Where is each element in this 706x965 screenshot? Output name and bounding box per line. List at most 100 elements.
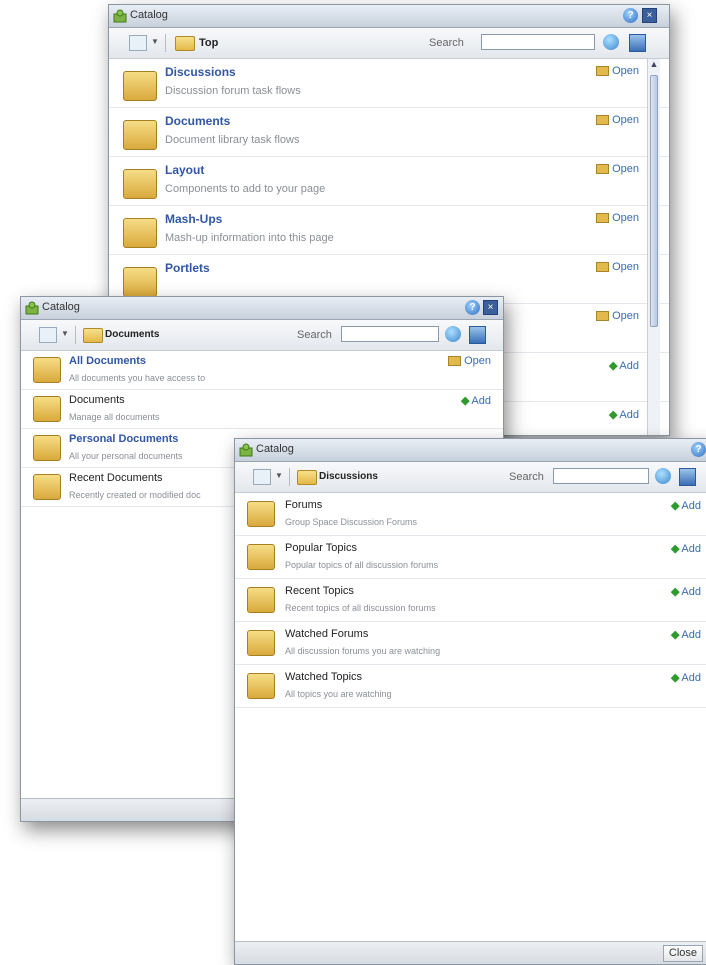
help-icon[interactable]: ? bbox=[691, 442, 706, 457]
action-label: Add bbox=[681, 629, 701, 641]
item-name[interactable]: Portlets bbox=[165, 261, 210, 275]
add-button[interactable]: ◆ Add bbox=[609, 408, 639, 421]
action-label: Add bbox=[681, 543, 701, 555]
search-go-icon[interactable] bbox=[445, 326, 461, 342]
action-label: Add bbox=[619, 360, 639, 372]
add-button[interactable]: ◆ Add bbox=[671, 542, 701, 555]
open-button[interactable]: Open bbox=[596, 261, 639, 273]
action-label: Open bbox=[612, 310, 639, 322]
open-folder-icon bbox=[596, 262, 610, 273]
catalog-window-discussions: Catalog ? ▼ Discussions Search Forums Gro… bbox=[234, 438, 706, 965]
scroll-up-icon[interactable]: ▲ bbox=[648, 59, 660, 73]
item-name[interactable]: Recent Topics bbox=[285, 585, 354, 597]
chevron-down-icon[interactable]: ▼ bbox=[61, 329, 69, 338]
view-menu-button[interactable] bbox=[129, 35, 147, 51]
search-input[interactable] bbox=[481, 34, 595, 50]
item-description: Recent topics of all discussion forums bbox=[285, 603, 436, 613]
action-label: Add bbox=[619, 409, 639, 421]
item-name[interactable]: Documents bbox=[69, 394, 125, 406]
close-icon[interactable]: × bbox=[642, 8, 657, 23]
advanced-search-icon[interactable] bbox=[469, 326, 486, 344]
add-button[interactable]: ◆ Add bbox=[671, 585, 701, 598]
item-name[interactable]: Recent Documents bbox=[69, 472, 163, 484]
list-item[interactable]: All Documents All documents you have acce… bbox=[21, 351, 503, 390]
item-name[interactable]: All Documents bbox=[69, 355, 146, 367]
open-button[interactable]: Open bbox=[596, 310, 639, 322]
close-button[interactable]: Close bbox=[662, 945, 703, 962]
list-item[interactable]: Popular Topics Popular topics of all disc… bbox=[235, 536, 706, 579]
search-go-icon[interactable] bbox=[655, 468, 671, 484]
help-icon[interactable]: ? bbox=[465, 300, 480, 315]
scroll-thumb[interactable] bbox=[650, 75, 658, 327]
add-icon: ◆ bbox=[670, 672, 680, 684]
list-item[interactable]: Recent Topics Recent topics of all discus… bbox=[235, 579, 706, 622]
search-go-icon[interactable] bbox=[603, 34, 619, 50]
action-label: Add bbox=[681, 672, 701, 684]
item-name[interactable]: Mash-Ups bbox=[165, 212, 222, 226]
item-icon bbox=[247, 673, 275, 699]
view-menu-button[interactable] bbox=[39, 327, 57, 343]
portlets-folder-icon bbox=[123, 267, 157, 297]
item-name[interactable]: Documents bbox=[165, 114, 230, 128]
open-button[interactable]: Open bbox=[596, 114, 639, 126]
breadcrumb[interactable]: Discussions bbox=[319, 471, 378, 482]
item-name[interactable]: Personal Documents bbox=[69, 433, 178, 445]
list-item[interactable]: Forums Group Space Discussion Forums ◆ Add bbox=[235, 493, 706, 536]
list-item[interactable]: Mash-Ups Mash-up information into this pa… bbox=[109, 206, 669, 255]
action-label: Add bbox=[681, 586, 701, 598]
item-name[interactable]: Layout bbox=[165, 163, 204, 177]
add-button[interactable]: ◆ Add bbox=[461, 394, 491, 407]
catalog-icon bbox=[25, 301, 39, 315]
action-label: Open bbox=[612, 163, 639, 175]
view-menu-button[interactable] bbox=[253, 469, 271, 485]
list-item[interactable]: Discussions Discussion forum task flows Op… bbox=[109, 59, 669, 108]
toolbar: ▼ Top Search bbox=[109, 28, 669, 59]
item-name[interactable]: Discussions bbox=[165, 65, 236, 79]
list-item[interactable]: Layout Components to add to your page Open bbox=[109, 157, 669, 206]
item-description: All your personal documents bbox=[69, 451, 183, 461]
search-input[interactable] bbox=[553, 468, 649, 484]
item-icon bbox=[33, 357, 61, 383]
item-name[interactable]: Forums bbox=[285, 499, 322, 511]
open-button[interactable]: Open bbox=[596, 65, 639, 77]
breadcrumb[interactable]: Top bbox=[199, 37, 218, 49]
folder-icon bbox=[297, 470, 317, 485]
open-button[interactable]: Open bbox=[596, 212, 639, 224]
separator bbox=[289, 468, 290, 486]
open-button[interactable]: Open bbox=[448, 355, 491, 367]
chevron-down-icon[interactable]: ▼ bbox=[275, 471, 283, 480]
item-icon bbox=[33, 435, 61, 461]
advanced-search-icon[interactable] bbox=[629, 34, 646, 52]
list-item[interactable]: Documents Document library task flows Open bbox=[109, 108, 669, 157]
search-label: Search bbox=[297, 329, 332, 341]
open-folder-icon bbox=[448, 356, 462, 367]
add-button[interactable]: ◆ Add bbox=[671, 499, 701, 512]
add-button[interactable]: ◆ Add bbox=[609, 359, 639, 372]
open-button[interactable]: Open bbox=[596, 163, 639, 175]
advanced-search-icon[interactable] bbox=[679, 468, 696, 486]
add-button[interactable]: ◆ Add bbox=[671, 628, 701, 641]
item-icon bbox=[247, 501, 275, 527]
separator bbox=[165, 34, 166, 52]
titlebar[interactable]: Catalog ? × bbox=[21, 297, 503, 320]
add-button[interactable]: ◆ Add bbox=[671, 671, 701, 684]
close-icon[interactable]: × bbox=[483, 300, 498, 315]
item-description: Discussion forum task flows bbox=[165, 85, 301, 97]
list-item[interactable]: Watched Topics All topics you are watchin… bbox=[235, 665, 706, 708]
list-item[interactable]: Documents Manage all documents ◆ Add bbox=[21, 390, 503, 429]
search-input[interactable] bbox=[341, 326, 439, 342]
catalog-list: Forums Group Space Discussion Forums ◆ Add P… bbox=[235, 493, 706, 708]
item-description: Recently created or modified doc bbox=[69, 490, 201, 500]
help-icon[interactable]: ? bbox=[623, 8, 638, 23]
item-name[interactable]: Watched Forums bbox=[285, 628, 368, 640]
chevron-down-icon[interactable]: ▼ bbox=[151, 37, 159, 46]
scrollbar[interactable]: ▲ bbox=[647, 59, 660, 435]
add-icon: ◆ bbox=[608, 409, 618, 421]
item-description: Group Space Discussion Forums bbox=[285, 517, 418, 527]
titlebar[interactable]: Catalog ? bbox=[235, 439, 706, 462]
breadcrumb[interactable]: Documents bbox=[105, 329, 159, 340]
list-item[interactable]: Watched Forums All discussion forums you … bbox=[235, 622, 706, 665]
titlebar[interactable]: Catalog ? × bbox=[109, 5, 669, 28]
item-name[interactable]: Watched Topics bbox=[285, 671, 362, 683]
item-name[interactable]: Popular Topics bbox=[285, 542, 357, 554]
